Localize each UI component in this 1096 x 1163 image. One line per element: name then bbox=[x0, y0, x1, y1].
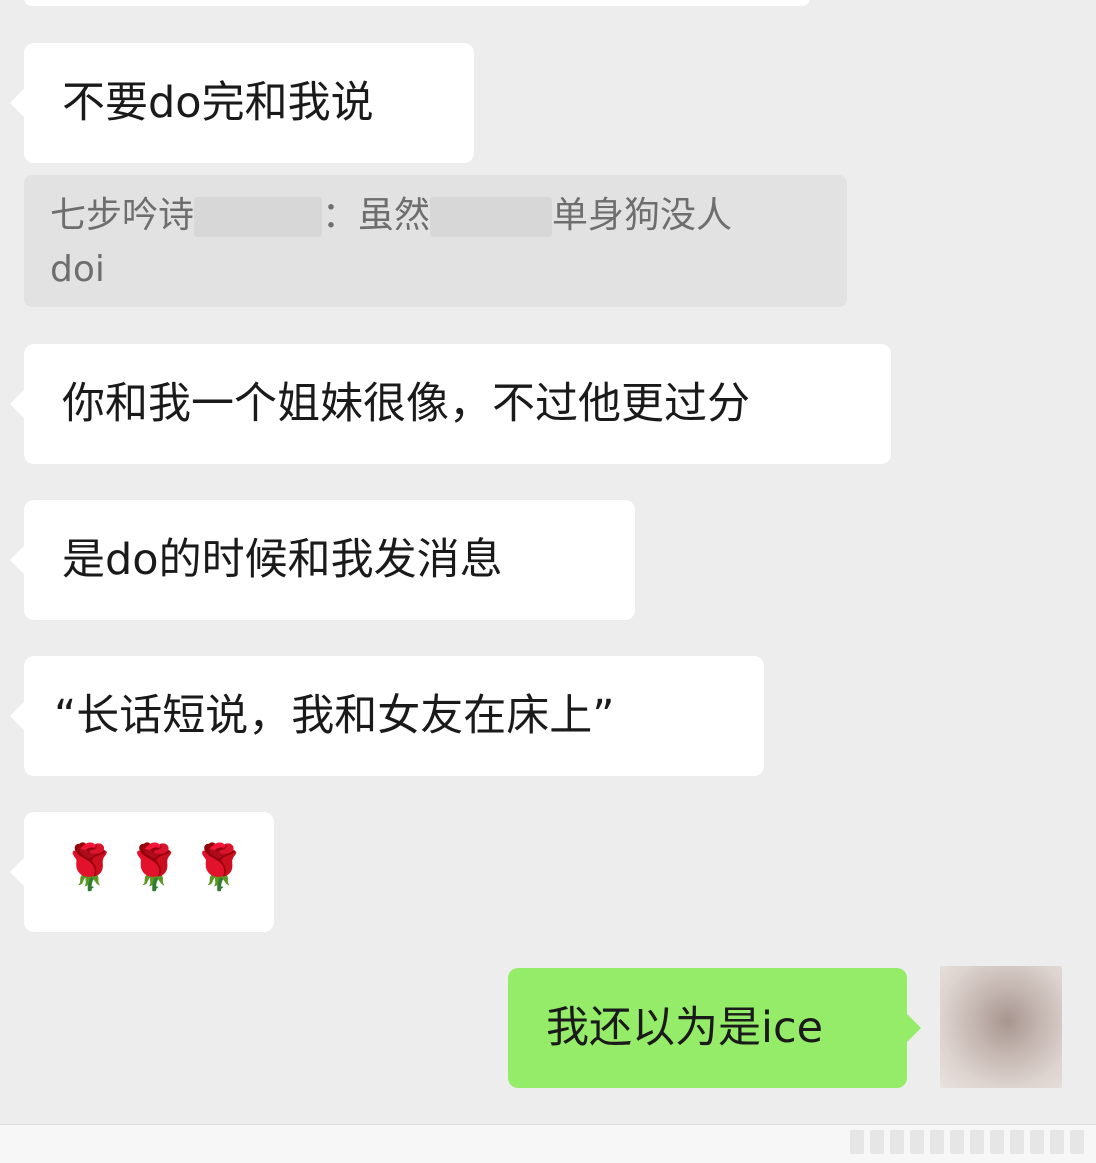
redacted-text bbox=[430, 197, 553, 237]
avatar[interactable] bbox=[940, 966, 1062, 1088]
message-text: 是do的时候和我发消息 bbox=[62, 535, 503, 585]
redacted-name bbox=[194, 197, 323, 237]
my-message-bubble[interactable]: 我还以为是ice bbox=[508, 968, 921, 1088]
previous-message-bubble bbox=[24, 0, 810, 6]
input-bar bbox=[0, 1124, 1096, 1163]
message-text: 不要do完和我说 bbox=[62, 78, 374, 128]
message-text: 我还以为是ice bbox=[546, 1003, 824, 1053]
watermark bbox=[850, 1127, 1084, 1157]
message-bubble[interactable]: 你和我一个姐妹很像，不过他更过分 bbox=[10, 344, 891, 464]
quote-sender: 七步吟诗 bbox=[50, 195, 195, 236]
message-bubble[interactable]: “长话短说，我和女友在床上” bbox=[10, 656, 764, 776]
message-bubble[interactable]: 是do的时候和我发消息 bbox=[10, 500, 635, 620]
quote-text-part3: doi bbox=[50, 249, 105, 290]
quote-text-part1: 虽然 bbox=[358, 195, 431, 236]
message-bubble[interactable]: 不要do完和我说 bbox=[10, 43, 474, 163]
message-text: 你和我一个姐妹很像，不过他更过分 bbox=[62, 379, 750, 429]
quote-text-part2: 单身狗没人 bbox=[552, 195, 733, 236]
message-text: “长话短说，我和女友在床上” bbox=[54, 691, 615, 741]
quoted-message[interactable]: 七步吟诗 ：虽然 单身狗没人 doi bbox=[24, 175, 847, 307]
rose-emoji-row: 🌹🌹🌹 bbox=[62, 842, 257, 893]
quote-separator: ： bbox=[322, 195, 359, 236]
emoji-message-bubble[interactable]: 🌹🌹🌹 bbox=[10, 812, 274, 932]
